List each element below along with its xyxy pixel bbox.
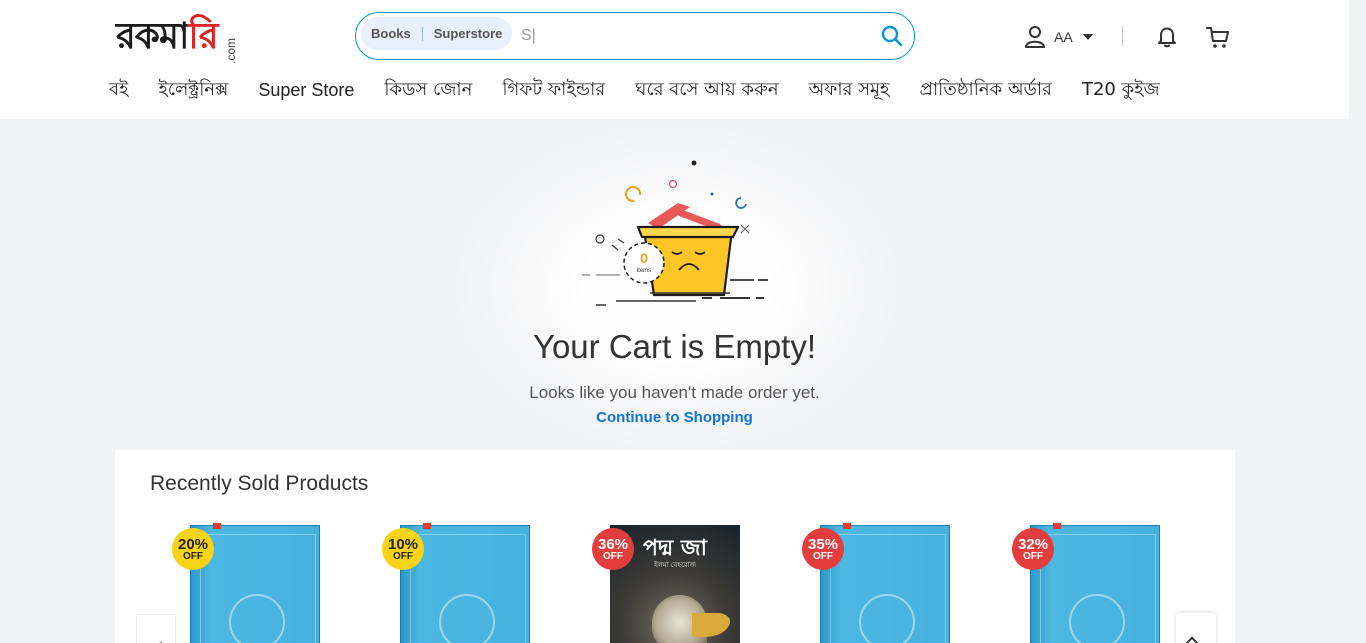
discount-badge: 36% OFF bbox=[592, 528, 634, 570]
scope-separator bbox=[421, 26, 423, 41]
section-title: Recently Sold Products bbox=[150, 472, 369, 495]
search-icon[interactable] bbox=[880, 24, 904, 48]
rokomari-mark-icon bbox=[229, 594, 285, 643]
product-card[interactable]: 32% OFF bbox=[1010, 523, 1160, 643]
nav-item-institutional-order[interactable]: প্রাতিষ্ঠানিক অর্ডার bbox=[920, 75, 1052, 106]
chevron-down-icon bbox=[1082, 34, 1093, 40]
rokomari-mark-icon bbox=[1069, 594, 1125, 643]
empty-cart-title: Your Cart is Empty! bbox=[532, 328, 817, 365]
product-card[interactable]: 20% OFF bbox=[170, 523, 320, 643]
user-name: AA bbox=[1054, 29, 1073, 45]
empty-cart-count-label: items bbox=[637, 268, 651, 274]
nav-item-t20-quiz[interactable]: T20 কুইজ bbox=[1082, 75, 1160, 106]
product-card[interactable]: পদ্ম জা ইলমা বেহরোজ 36% OFF bbox=[590, 525, 740, 643]
empty-basket-illustration: 0 items bbox=[582, 160, 768, 306]
nav-item-kids-zone[interactable]: কিডস জোন bbox=[384, 75, 472, 106]
rokomari-logo[interactable]: রকমারি .com bbox=[116, 12, 238, 64]
rokomari-mark-icon bbox=[859, 594, 915, 643]
carousel-prev-button[interactable] bbox=[136, 614, 176, 643]
cart-icon[interactable] bbox=[1205, 24, 1231, 50]
discount-badge: 20% OFF bbox=[172, 528, 214, 570]
rokomari-mark-icon bbox=[439, 594, 495, 643]
nav-item-earn-from-home[interactable]: ঘরে বসে আয় করুন bbox=[635, 75, 778, 106]
continue-shopping-link[interactable]: Continue to Shopping bbox=[0, 409, 1349, 426]
user-icon bbox=[1025, 26, 1045, 48]
bell-icon[interactable] bbox=[1155, 24, 1179, 48]
logo-suffix: .com bbox=[224, 37, 238, 64]
product-card[interactable]: 10% OFF bbox=[380, 523, 530, 643]
nav-item-offers[interactable]: অফার সমূহ bbox=[809, 75, 890, 106]
discount-badge: 35% OFF bbox=[802, 528, 844, 570]
scope-books[interactable]: Books bbox=[371, 26, 411, 41]
product-carousel: 20% OFF 10% OFF পদ্ম জা ইলমা বেহরোজ 36% … bbox=[170, 523, 1220, 643]
nav-item-gift-finder[interactable]: গিফট ফাইন্ডার bbox=[502, 75, 605, 106]
header-divider bbox=[1122, 26, 1123, 46]
search-scope-toggle[interactable]: Books Superstore bbox=[361, 17, 513, 50]
nav-item-electronics[interactable]: ইলেক্ট্রনিক্স bbox=[158, 75, 228, 106]
eagle-beak bbox=[692, 613, 730, 637]
empty-cart-subtitle: Looks like you haven't made order yet. bbox=[529, 383, 820, 402]
nav-item-superstore[interactable]: Super Store bbox=[258, 80, 354, 101]
page-scrollbar[interactable] bbox=[1349, 0, 1366, 643]
search-input[interactable] bbox=[521, 23, 851, 49]
recently-sold-section: Recently Sold Products 20% OFF 10% OFF প… bbox=[115, 450, 1235, 643]
empty-cart-count: 0 bbox=[640, 250, 648, 266]
nav-item-books[interactable]: বই bbox=[109, 75, 128, 106]
main-nav: বই ইলেক্ট্রনিক্স Super Store কিডস জোন গি… bbox=[109, 76, 1190, 104]
discount-badge: 10% OFF bbox=[382, 528, 424, 570]
scope-superstore[interactable]: Superstore bbox=[434, 26, 503, 41]
search-bar: Books Superstore bbox=[355, 12, 915, 60]
user-menu[interactable]: AA bbox=[1024, 24, 1093, 50]
product-card[interactable]: 35% OFF bbox=[800, 523, 950, 643]
site-header: রকমারি .com Books Superstore AA বই bbox=[0, 0, 1349, 119]
logo-text: রকমারি bbox=[116, 15, 219, 57]
carousel-next-button[interactable] bbox=[1176, 613, 1216, 643]
discount-badge: 32% OFF bbox=[1012, 528, 1054, 570]
